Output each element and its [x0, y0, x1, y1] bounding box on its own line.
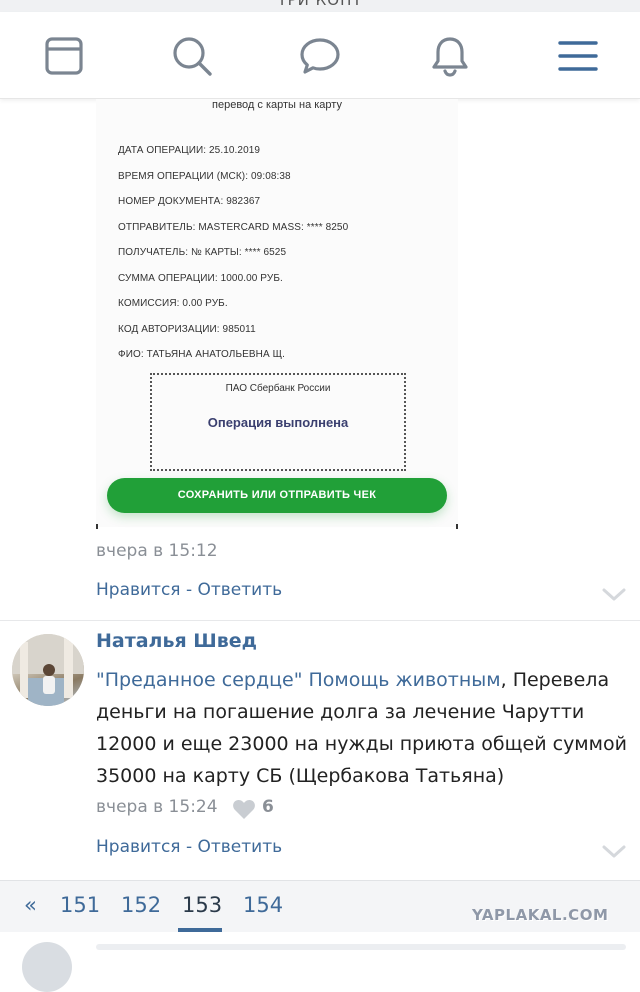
receipt-line: КОД АВТОРИЗАЦИИ: 985011 [118, 324, 256, 335]
group-link[interactable]: "Преданное сердце" Помощь животным [96, 669, 501, 691]
receipt-line: СУММА ОПЕРАЦИИ: 1000.00 РУБ. [118, 273, 283, 284]
avatar[interactable] [12, 634, 84, 706]
receipt-line: ДАТА ОПЕРАЦИИ: 25.10.2019 [118, 145, 261, 156]
bottom-cut [0, 932, 640, 992]
watermark: YAPLAKAL.COM [472, 906, 609, 924]
chevron-down-icon[interactable] [601, 587, 627, 603]
page-current[interactable]: 153 [182, 893, 222, 917]
receipt-line: ОТПРАВИТЕЛЬ: MASTERCARD MASS: **** 8250 [118, 222, 349, 233]
page-link[interactable]: 151 [60, 893, 100, 917]
receipt-corner [96, 524, 98, 529]
top-header-title: ТРИ КОНТ [277, 0, 363, 9]
bell-icon[interactable] [428, 34, 472, 78]
save-or-send-receipt-button: СОХРАНИТЬ ИЛИ ОТПРАВИТЬ ЧЕК [107, 478, 447, 513]
receipt-line: КОМИССИЯ: 0.00 РУБ. [118, 298, 228, 309]
search-icon[interactable] [170, 34, 214, 78]
receipt-line: НОМЕР ДОКУМЕНТА: 982367 [118, 196, 261, 207]
receipt-line: ФИО: ТАТЬЯНА АНАТОЛЬЕВНА Щ. [118, 349, 285, 360]
top-header-cut: ТРИ КОНТ [0, 0, 640, 12]
receipt-line: ПОЛУЧАТЕЛЬ: № КАРТЫ: **** 6525 [118, 247, 287, 258]
comment-text: "Преданное сердце" Помощь животным, Пере… [96, 664, 632, 792]
comment-time: вчера в 15:24 [96, 797, 218, 817]
comment-time: вчера в 15:12 [96, 541, 218, 561]
next-item-bar [96, 944, 626, 950]
stamp-status: Операция выполнена [207, 415, 349, 430]
menu-icon[interactable] [556, 34, 600, 78]
comment-separator [0, 620, 640, 621]
feed-icon[interactable] [42, 34, 86, 78]
bank-stamp: ПАО Сбербанк России Операция выполнена [150, 373, 406, 471]
page-link[interactable]: 154 [243, 893, 283, 917]
comment-author[interactable]: Наталья Швед [96, 630, 257, 652]
page-prev[interactable]: « [24, 893, 37, 917]
receipt-title: перевод с карты на карту [212, 99, 342, 111]
receipt-corner [456, 524, 458, 529]
chevron-down-icon[interactable] [601, 844, 627, 860]
receipt-image: перевод с карты на карту ДАТА ОПЕРАЦИИ: … [96, 99, 458, 529]
next-avatar [22, 942, 72, 992]
chat-icon[interactable] [298, 34, 342, 78]
like-count: 6 [262, 797, 274, 817]
like-reply-actions[interactable]: Нравится - Ответить [96, 837, 282, 857]
receipt-line: ВРЕМЯ ОПЕРАЦИИ (МСК): 09:08:38 [118, 171, 291, 182]
top-navbar [0, 12, 640, 99]
stamp-bank-name: ПАО Сбербанк России [225, 383, 331, 394]
heart-icon[interactable] [232, 798, 256, 820]
page-link[interactable]: 152 [121, 893, 161, 917]
like-reply-actions[interactable]: Нравится - Ответить [96, 580, 282, 600]
